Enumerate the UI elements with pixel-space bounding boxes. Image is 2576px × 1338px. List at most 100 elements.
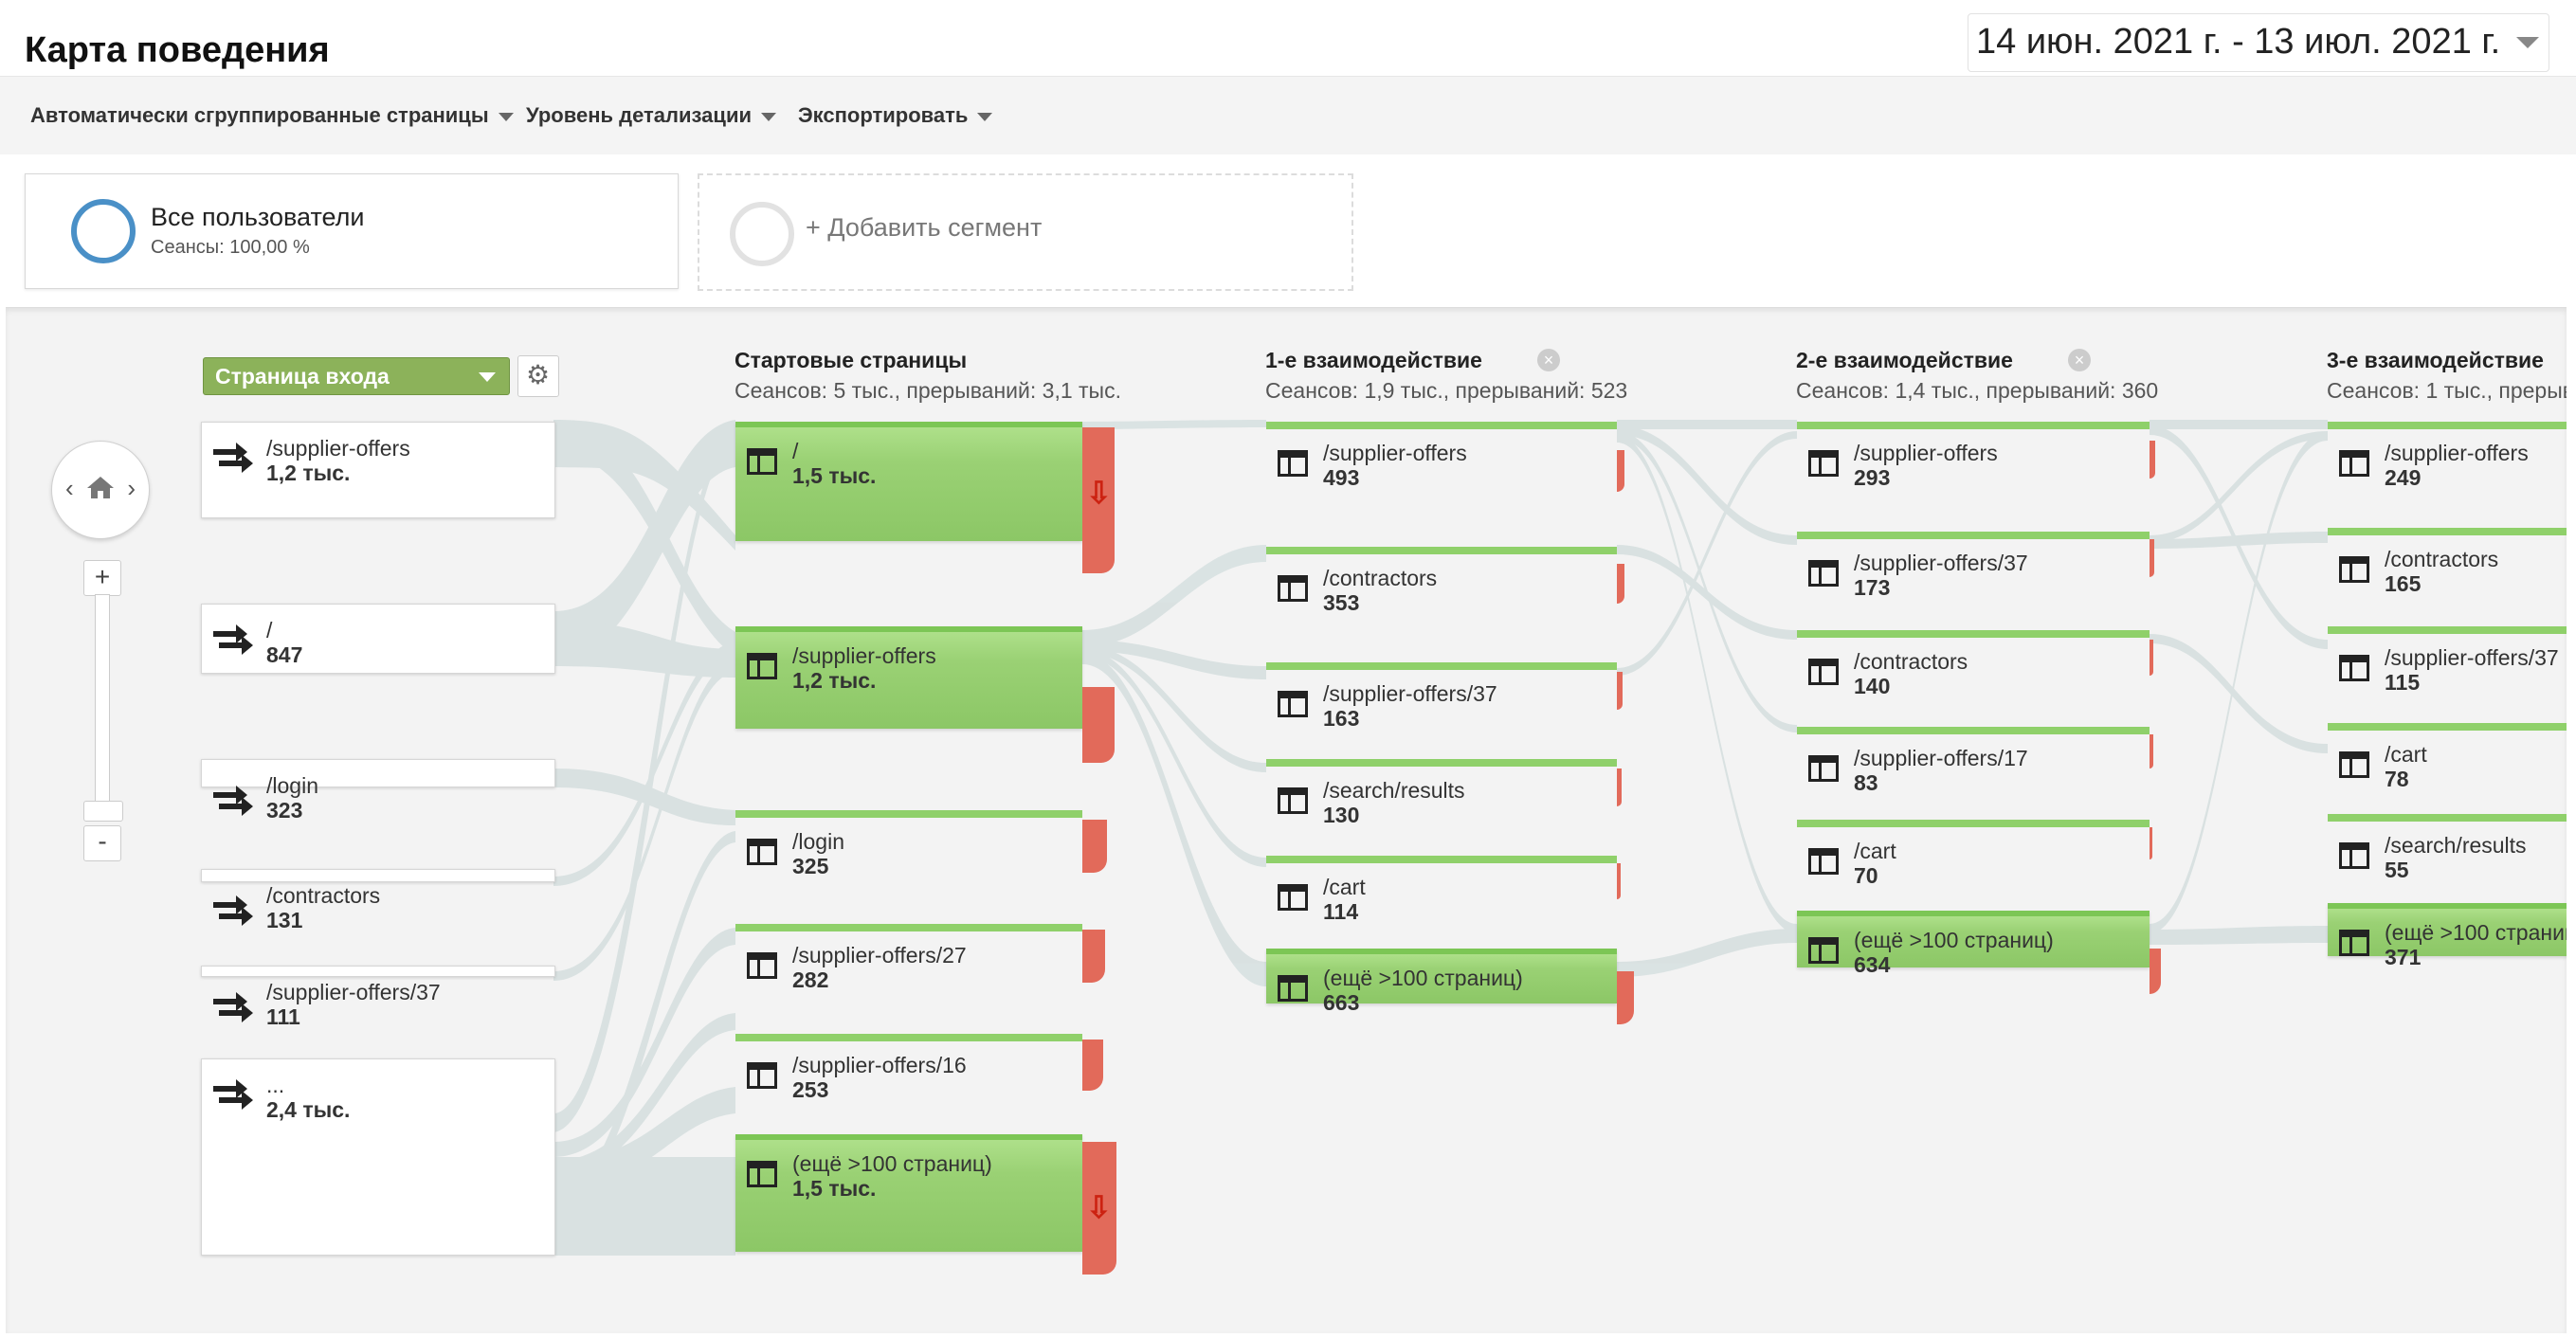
drop-off-bar[interactable] [1617,863,1621,899]
source-node[interactable]: /supplier-offers/37 111 [201,966,555,1029]
page-table-icon [1808,450,1839,477]
interaction-2-node[interactable]: /contractors 140 [1797,630,2150,698]
node-name: /search/results [2385,833,2527,858]
interaction-1-node[interactable]: (ещё >100 страниц) 663 [1266,949,1617,1015]
interaction-3-node[interactable]: /search/results 55 [2328,814,2567,882]
drop-off-bar[interactable] [2150,949,2161,994]
drop-off-bar[interactable] [2150,734,2153,768]
drop-off-bar[interactable] [1082,1040,1103,1091]
page-table-icon [747,448,777,475]
drop-off-bar[interactable] [1617,971,1634,1024]
zoom-slider-track[interactable] [95,594,110,812]
flow-link [1617,929,1797,977]
interaction-1-node[interactable]: /supplier-offers 493 [1266,422,1617,490]
pan-right-icon[interactable]: › [127,474,136,503]
zoom-slider-handle[interactable] [83,801,123,822]
interaction-1-node[interactable]: /contractors 353 [1266,547,1617,615]
interaction-3-node[interactable]: (ещё >100 страниц) 371 [2328,903,2567,969]
report-toolbar: Автоматически сгруппированные страницы У… [0,76,2576,155]
node-value: 325 [792,854,829,878]
interaction-1-node[interactable]: /cart 114 [1266,856,1617,924]
segment-ring-icon [71,199,136,263]
interaction-3-node[interactable]: /supplier-offers/37 115 [2328,626,2567,695]
node-value: 55 [2385,858,2409,882]
drop-off-bar[interactable] [1082,820,1107,873]
start-page-node[interactable]: /supplier-offers/16 253 [735,1034,1082,1102]
interaction-2-node[interactable]: (ещё >100 страниц) 634 [1797,911,2150,977]
node-value: 282 [792,967,829,992]
node-name: /supplier-offers [2385,441,2529,465]
node-value: 114 [1323,899,1359,924]
source-value: 847 [266,642,303,667]
interaction-2-node[interactable]: /cart 70 [1797,820,2150,888]
drop-off-bar[interactable] [1617,564,1624,604]
behavior-flow-canvas[interactable]: ‹ › + - Страница входа ⚙ Стартовые стран… [6,307,2567,1333]
segment-all-users[interactable]: Все пользователи Сеансы: 100,00 % [25,173,679,289]
interaction-3-node[interactable]: /cart 78 [2328,723,2567,791]
drop-off-bar[interactable] [1617,672,1623,710]
page-table-icon [2339,930,2369,956]
grouping-menu[interactable]: Автоматически сгруппированные страницы [30,103,514,128]
export-menu[interactable]: Экспортировать [798,103,993,128]
drop-off-bar[interactable] [2150,827,2152,859]
node-name: /supplier-offers [792,643,936,668]
start-page-node[interactable]: /supplier-offers 1,2 тыс. [735,626,1082,729]
column-title-start: Стартовые страницы [735,348,968,372]
flow-settings-button[interactable]: ⚙ [517,355,559,397]
page-table-icon [1808,560,1839,587]
node-name: /supplier-offers/37 [1854,551,2028,575]
start-page-node[interactable]: /login 325 [735,810,1082,878]
start-page-node[interactable]: (ещё >100 страниц) 1,5 тыс. [735,1134,1082,1252]
node-name: /search/results [1323,778,1465,803]
interaction-1-node[interactable]: /supplier-offers/37 163 [1266,662,1617,731]
node-value: 293 [1854,465,1891,490]
node-name: (ещё >100 страниц) [792,1151,992,1176]
node-value: 70 [1854,863,1878,888]
drop-off-bar[interactable] [1617,450,1624,492]
detail-level-menu[interactable]: Уровень детализации [526,103,776,128]
close-icon[interactable]: × [1537,349,1560,371]
drop-off-bar[interactable] [2150,539,2154,577]
segment-ring-icon [730,202,794,266]
drop-off-bar[interactable] [1082,930,1105,983]
pan-left-icon[interactable]: ‹ [65,474,74,503]
page-table-icon [1808,848,1839,875]
home-icon[interactable] [84,472,117,504]
source-name: / [266,618,273,642]
zoom-out-button[interactable]: - [83,825,121,861]
drop-off-bar[interactable] [2150,640,2153,676]
dimension-select[interactable]: Страница входа [203,357,510,395]
interaction-1-node[interactable]: /search/results 130 [1266,759,1617,827]
drop-off-bar[interactable] [1617,768,1622,806]
close-icon[interactable]: × [2068,349,2091,371]
drop-off-bar[interactable]: ⇩ [1082,1142,1116,1275]
interaction-2-node[interactable]: /supplier-offers/37 173 [1797,532,2150,600]
source-node[interactable]: ... 2,4 тыс. [201,1058,555,1256]
start-page-node[interactable]: /supplier-offers/27 282 [735,924,1082,992]
date-range-picker[interactable]: 14 июн. 2021 г. - 13 июл. 2021 г. [1968,13,2549,72]
node-name: /supplier-offers [1323,441,1467,465]
interaction-2-node[interactable]: /supplier-offers/17 83 [1797,727,2150,795]
source-name: /contractors [266,883,381,908]
start-page-node[interactable]: / 1,5 тыс. [735,422,1082,541]
add-segment-button[interactable]: + Добавить сегмент [698,173,1353,291]
interaction-3-node[interactable]: /contractors 165 [2328,528,2567,596]
node-name: (ещё >100 страниц) [2385,920,2567,945]
source-node[interactable]: /contractors 131 [201,869,555,932]
node-value: 173 [1854,575,1891,600]
page-title: Карта поведения [25,30,330,70]
source-node[interactable]: /supplier-offers 1,2 тыс. [201,422,555,518]
node-value: 253 [792,1077,829,1102]
drop-off-arrow-icon: ⇩ [1086,476,1112,510]
drop-off-bar[interactable] [2150,441,2155,479]
source-value: 2,4 тыс. [266,1097,351,1122]
zoom-in-button[interactable]: + [83,560,121,596]
interaction-3-node[interactable]: /supplier-offers 249 [2328,422,2567,490]
drop-off-bar[interactable]: ⇩ [1082,427,1115,573]
drop-off-bar[interactable] [1082,687,1115,763]
source-node[interactable]: /login 323 [201,759,555,823]
node-value: 634 [1854,952,1891,977]
first-to-second-flows [1617,420,1797,977]
interaction-2-node[interactable]: /supplier-offers 293 [1797,422,2150,490]
source-node[interactable]: / 847 [201,604,555,674]
